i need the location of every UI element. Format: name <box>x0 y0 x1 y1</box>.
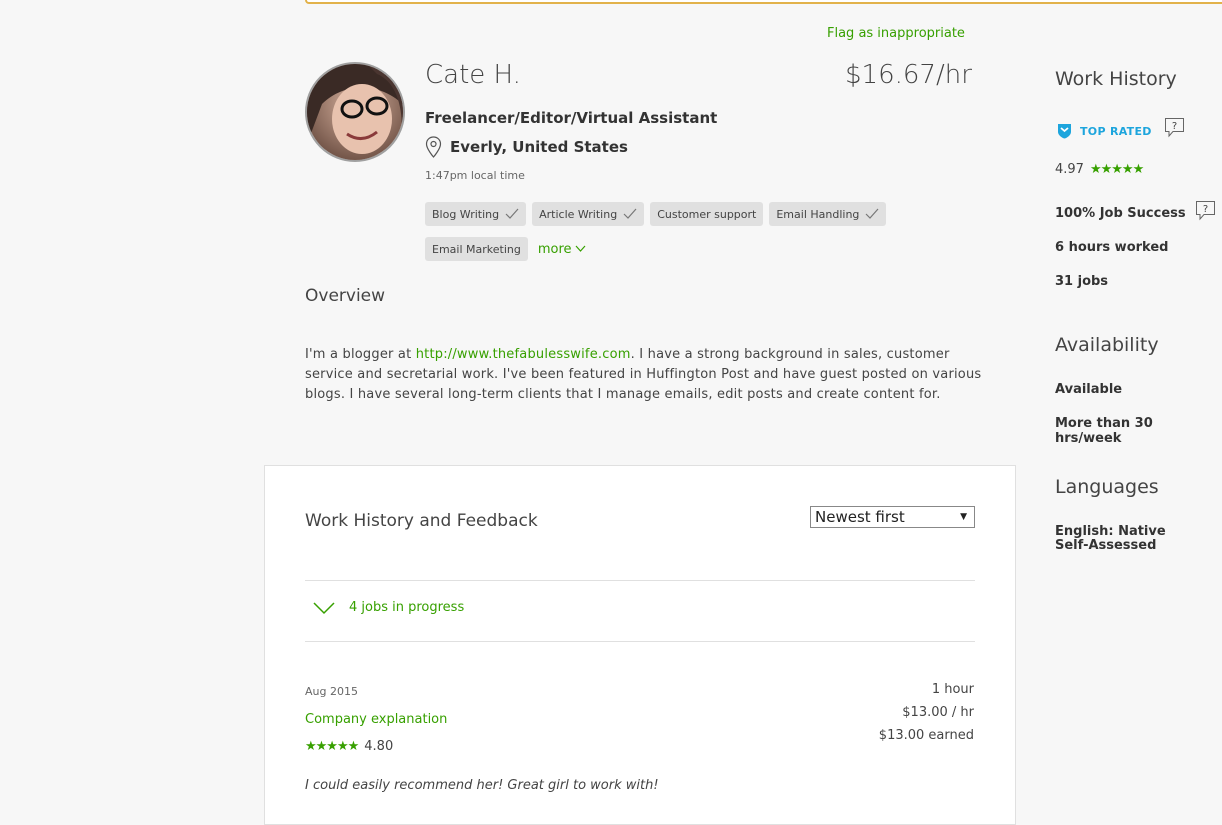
jobs-in-progress-toggle[interactable]: 4 jobs in progress <box>313 600 464 615</box>
job-hours: 1 hour <box>931 682 974 697</box>
sort-select[interactable]: Newest first ▼ <box>810 506 975 528</box>
language-proficiency: Self-Assessed <box>1055 538 1157 553</box>
job-rate: $13.00 / hr <box>902 705 974 720</box>
hours-worked: 6 hours worked <box>1055 240 1169 255</box>
location-pin-icon <box>425 136 442 158</box>
chevron-down-icon <box>313 601 335 614</box>
job-feedback: I could easily recommend her! Great girl… <box>305 778 659 793</box>
flag-inappropriate-link[interactable]: Flag as inappropriate <box>827 26 965 41</box>
star-rating-icon: ★★★★★ <box>1089 162 1144 177</box>
skill-tag-label: Email Marketing <box>432 242 521 256</box>
skill-tag-label: Email Handling <box>776 207 860 221</box>
availability-hours: More than 30 hrs/week <box>1055 416 1153 446</box>
languages-heading: Languages <box>1055 476 1159 498</box>
help-tooltip-icon[interactable]: ? <box>1195 200 1216 221</box>
skill-tag[interactable]: Article Writing <box>532 202 645 226</box>
job-title-link[interactable]: Company explanation <box>305 712 447 727</box>
job-rating: ★★★★★ 4.80 <box>305 739 393 754</box>
overall-rating-value: 4.97 <box>1055 162 1084 177</box>
dropdown-arrow-icon: ▼ <box>960 512 967 522</box>
local-time: 1:47pm local time <box>425 169 525 182</box>
overview-text: I'm a blogger at http://www.thefabulessw… <box>305 345 985 405</box>
skill-tag[interactable]: Blog Writing <box>425 202 527 226</box>
job-date: Aug 2015 <box>305 685 358 698</box>
checkmark-icon <box>505 208 519 219</box>
help-tooltip-icon[interactable]: ? <box>1164 117 1185 138</box>
jobs-count: 31 jobs <box>1055 274 1109 289</box>
skill-tag-label: Blog Writing <box>432 207 500 221</box>
top-rated-badge: TOP RATED <box>1057 123 1152 139</box>
divider <box>305 580 975 581</box>
more-skills-label: more <box>537 241 572 257</box>
availability-status: Available <box>1055 382 1123 397</box>
skill-tag[interactable]: Customer support <box>650 202 764 226</box>
top-rated-shield-icon <box>1058 124 1071 139</box>
skill-tag[interactable]: Email Marketing <box>425 237 528 261</box>
avatar <box>305 62 405 162</box>
freelancer-name: Cate H. <box>425 60 521 90</box>
website-link[interactable]: http://www.thefabulesswife.com <box>416 347 631 362</box>
location-text: Everly, United States <box>450 138 628 156</box>
star-rating-icon: ★★★★★ <box>305 739 359 754</box>
svg-text:?: ? <box>1203 204 1208 215</box>
job-earned: $13.00 earned <box>878 728 974 743</box>
checkmark-icon <box>623 208 637 219</box>
overall-rating: 4.97 ★★★★★ <box>1055 162 1149 177</box>
availability-heading: Availability <box>1055 334 1159 356</box>
svg-text:?: ? <box>1172 121 1177 132</box>
work-history-heading: Work History and Feedback <box>305 511 538 531</box>
language-english: English: Native <box>1055 524 1166 539</box>
jobs-in-progress-label: 4 jobs in progress <box>349 600 465 615</box>
alert-banner-edge <box>305 0 1222 4</box>
job-rating-value: 4.80 <box>364 739 394 754</box>
job-success: 100% Job Success <box>1055 206 1186 221</box>
skill-tag[interactable]: Email Handling <box>769 202 887 226</box>
location: Everly, United States <box>425 136 628 158</box>
skill-tag-label: Customer support <box>657 207 757 221</box>
skills-list: Blog Writing Article Writing Customer supp… <box>425 202 985 272</box>
overview-text-start: I'm a blogger at <box>305 347 416 362</box>
overview-heading: Overview <box>305 286 386 306</box>
sort-selected-value: Newest first <box>815 508 905 526</box>
divider <box>305 641 975 642</box>
chevron-down-icon <box>575 245 585 252</box>
avatar-image <box>307 64 403 160</box>
checkmark-icon <box>865 208 879 219</box>
freelancer-title: Freelancer/Editor/Virtual Assistant <box>425 109 718 127</box>
top-rated-label: TOP RATED <box>1080 124 1152 138</box>
more-skills-link[interactable]: more <box>538 237 586 261</box>
sidebar-work-history-heading: Work History <box>1055 68 1177 90</box>
skill-tag-label: Article Writing <box>539 207 618 221</box>
hourly-rate: $16.67/hr <box>845 60 972 90</box>
